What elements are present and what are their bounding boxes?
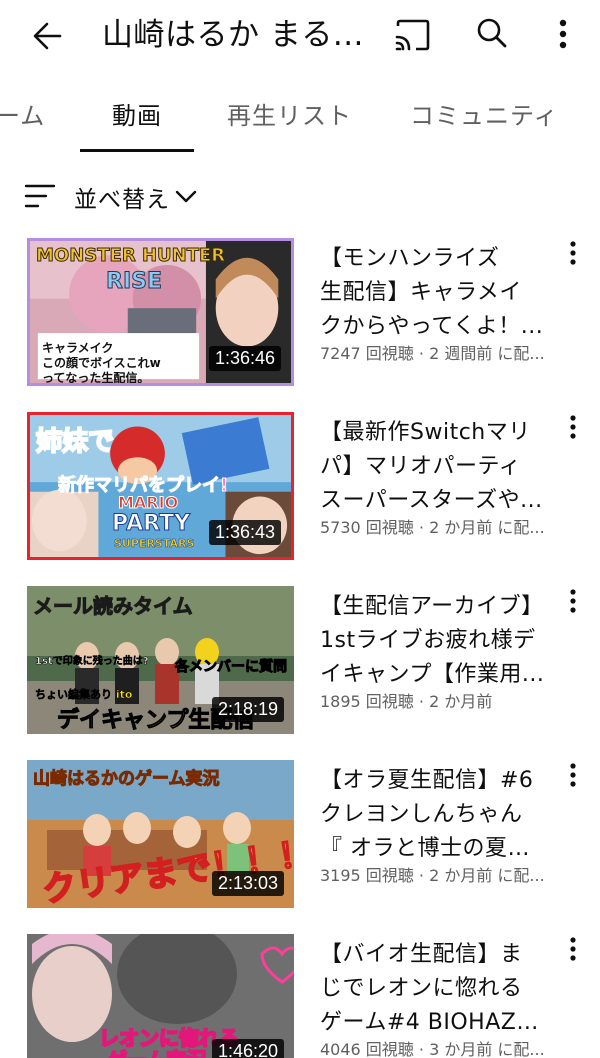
thumb-caption: ちょい編集あり ito bbox=[35, 688, 133, 702]
tab-community[interactable]: コミュニティ bbox=[410, 96, 559, 131]
video-title[interactable]: 【生配信アーカイブ】 1stライブお疲れ様デ イキャンプ【作業用... bbox=[320, 590, 548, 692]
back-arrow-icon[interactable] bbox=[28, 16, 68, 56]
video-thumbnail[interactable]: メール読みタイム 1stで印象に残った曲は? 各メンバーに質問 ちょい編集あり … bbox=[27, 586, 294, 734]
video-title-line: イキャンプ【作業用... bbox=[320, 662, 545, 687]
video-title-line: 【モンハンライズ bbox=[320, 246, 500, 271]
more-vert-icon[interactable] bbox=[548, 14, 578, 54]
video-meta: 4046 回視聴 · 3 か月前 に配... bbox=[320, 1040, 545, 1058]
duration-badge: 1:36:46 bbox=[208, 346, 281, 371]
sort-label: 並べ替え bbox=[74, 187, 170, 213]
more-vert-icon[interactable] bbox=[563, 760, 583, 790]
more-vert-icon[interactable] bbox=[563, 586, 583, 616]
more-vert-icon[interactable] bbox=[563, 412, 583, 442]
thumb-caption: MARIO bbox=[117, 493, 179, 513]
app-bar: 山崎はるか まる... bbox=[0, 0, 600, 70]
active-tab-indicator bbox=[80, 149, 194, 152]
duration-badge: 2:18:19 bbox=[211, 697, 284, 722]
more-vert-icon[interactable] bbox=[563, 934, 583, 964]
channel-title: 山崎はるか まる... bbox=[102, 17, 364, 53]
video-title[interactable]: 【最新作Switchマリ パ】マリオパーティ スーパースターズや... bbox=[320, 416, 548, 518]
video-title[interactable]: 【バイオ生配信】ま じでレオンに惚れる ゲーム#4 BIOHAZAR... bbox=[320, 938, 548, 1040]
thumb-caption: SUPERSTARS bbox=[114, 537, 195, 551]
more-vert-icon[interactable] bbox=[563, 238, 583, 268]
video-item[interactable]: 姉妹で 新作マリパをプレイ! MARIO PARTY SUPERSTARS 1:… bbox=[0, 412, 600, 572]
thumb-caption: 山崎はるかのゲーム実況 bbox=[33, 769, 220, 790]
duration-badge: 1:36:43 bbox=[208, 520, 281, 545]
video-title-line: クからやってくよ！... bbox=[320, 314, 544, 339]
sort-button[interactable]: 並べ替え bbox=[22, 174, 222, 218]
thumb-caption: 1stで印象に残った曲は? bbox=[35, 656, 149, 668]
thumb-caption: RISE bbox=[106, 269, 163, 295]
video-thumbnail[interactable]: レオンに惚れる ゲーム実況 1:46:20 bbox=[27, 934, 294, 1058]
video-title[interactable]: 【オラ夏生配信】#6 クレヨンしんちゃん 『 オラと博士の夏休... bbox=[320, 764, 548, 866]
video-title-line: 『 オラと博士の夏休... bbox=[320, 836, 548, 861]
video-thumbnail[interactable]: MONSTER HUNTER RISE キャラメイク この顔でボイスこれw って… bbox=[27, 238, 294, 386]
duration-badge: 2:13:03 bbox=[211, 871, 284, 896]
video-meta: 3195 回視聴 · 2 か月前 に配... bbox=[320, 866, 545, 885]
thumb-caption: PARTY bbox=[111, 511, 191, 537]
video-title-line: クレヨンしんちゃん bbox=[320, 802, 523, 827]
video-item[interactable]: 山崎はるかのゲーム実況 クリアまで！！！ 2:13:03 【オラ夏生配信】#6 … bbox=[0, 760, 600, 920]
video-thumbnail[interactable]: 山崎はるかのゲーム実況 クリアまで！！！ 2:13:03 bbox=[27, 760, 294, 908]
video-meta: 1895 回視聴 · 2 か月前 bbox=[320, 692, 493, 711]
chevron-down-icon bbox=[172, 184, 200, 208]
tab-home[interactable]: ーム bbox=[0, 96, 45, 131]
video-meta: 5730 回視聴 · 2 か月前 に配... bbox=[320, 518, 545, 537]
video-title-line: ゲーム#4 BIOHAZAR... bbox=[320, 1010, 548, 1035]
video-title-line: 【最新作Switchマリ bbox=[320, 420, 531, 445]
video-title-line: スーパースターズや... bbox=[320, 488, 543, 513]
video-title-line: 【生配信アーカイブ】 bbox=[320, 594, 544, 619]
video-meta: 7247 回視聴 · 2 週間前 に配... bbox=[320, 344, 545, 363]
channel-tabs: ーム 動画 再生リスト コミュニティ bbox=[0, 82, 600, 154]
thumb-caption: 姉妹で bbox=[35, 426, 115, 458]
video-title[interactable]: 【モンハンライズ 生配信】キャラメイ クからやってくよ！... bbox=[320, 242, 548, 344]
video-title-line: 生配信】キャラメイ bbox=[320, 280, 522, 305]
thumb-caption: メール読みタイム bbox=[33, 594, 194, 619]
video-item[interactable]: レオンに惚れる ゲーム実況 1:46:20 【バイオ生配信】ま じでレオンに惚れ… bbox=[0, 934, 600, 1058]
video-item[interactable]: MONSTER HUNTER RISE キャラメイク この顔でボイスこれw って… bbox=[0, 238, 600, 398]
video-title-line: パ】マリオパーティ bbox=[320, 454, 522, 479]
tab-videos[interactable]: 動画 bbox=[112, 96, 162, 131]
video-title-line: じでレオンに惚れる bbox=[320, 976, 523, 1001]
thumb-caption: 各メンバーに質問 bbox=[175, 659, 288, 676]
video-item[interactable]: メール読みタイム 1stで印象に残った曲は? 各メンバーに質問 ちょい編集あり … bbox=[0, 586, 600, 746]
sort-icon bbox=[24, 182, 56, 210]
search-icon[interactable] bbox=[472, 14, 512, 54]
duration-badge: 1:46:20 bbox=[211, 1039, 284, 1058]
thumb-caption: MONSTER HUNTER bbox=[35, 245, 226, 267]
video-thumbnail[interactable]: 姉妹で 新作マリパをプレイ! MARIO PARTY SUPERSTARS 1:… bbox=[27, 412, 294, 560]
video-title-line: 1stライブお疲れ様デ bbox=[320, 628, 536, 653]
video-title-line: 【オラ夏生配信】#6 bbox=[320, 768, 534, 793]
thumb-caption: ってなった生配信。 bbox=[42, 371, 150, 385]
cast-icon[interactable] bbox=[392, 16, 434, 54]
tab-playlists[interactable]: 再生リスト bbox=[227, 96, 352, 131]
video-title-line: 【バイオ生配信】ま bbox=[320, 942, 523, 967]
thumb-caption: ゲーム実況 bbox=[106, 1044, 207, 1058]
